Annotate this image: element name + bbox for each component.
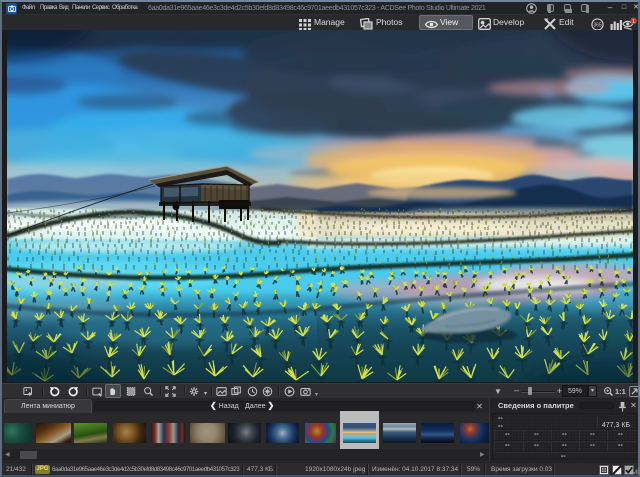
svg-text:365: 365	[593, 23, 602, 29]
svg-text:1: 1	[632, 19, 635, 25]
